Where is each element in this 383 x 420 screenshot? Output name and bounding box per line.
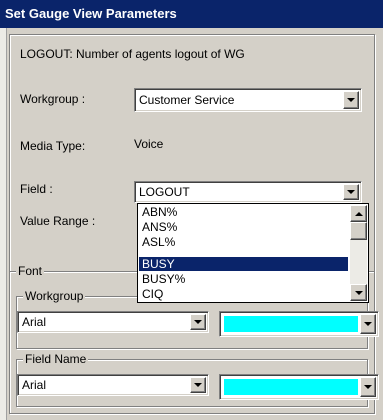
window-title: Set Gauge View Parameters — [5, 6, 177, 21]
workgroup-label: Workgroup : — [20, 92, 86, 106]
field-name-font-group: Field Name Arial — [16, 352, 379, 407]
font-group-label: Font — [16, 264, 45, 278]
workgroup-color-swatch — [224, 316, 358, 332]
field-label: Field : — [20, 182, 53, 196]
field-option[interactable]: ABN% — [139, 205, 348, 219]
field-name-font-dropdown-button[interactable] — [190, 377, 206, 393]
field-option-selected[interactable]: BUSY — [139, 257, 348, 271]
title-bar[interactable]: Set Gauge View Parameters — [0, 0, 383, 28]
chevron-down-icon — [364, 385, 372, 389]
field-name-color-swatch — [224, 379, 358, 395]
workgroup-value: Customer Service — [139, 93, 235, 107]
workgroup-combobox[interactable]: Customer Service — [134, 88, 362, 112]
chevron-down-icon — [194, 320, 202, 324]
media-type-value: Voice — [134, 137, 164, 151]
field-description: LOGOUT: Number of agents logout of WG — [20, 47, 245, 61]
workgroup-font-value: Arial — [22, 315, 47, 329]
workgroup-dropdown-button[interactable] — [343, 91, 359, 109]
field-name-font-label: Field Name — [23, 352, 89, 366]
dropdown-scrollbar[interactable] — [350, 205, 367, 301]
chevron-down-icon — [194, 383, 202, 387]
field-option[interactable]: BUSY% — [139, 272, 348, 286]
dialog-body: LOGOUT: Number of agents logout of WG Wo… — [7, 28, 383, 420]
field-name-color-picker[interactable] — [219, 374, 379, 400]
field-name-font-value: Arial — [22, 378, 47, 392]
value-range-label: Value Range : — [20, 214, 96, 228]
field-option[interactable]: ASL% — [139, 235, 348, 249]
workgroup-color-picker[interactable] — [219, 311, 379, 337]
field-dropdown-button[interactable] — [343, 184, 359, 200]
chevron-down-icon — [347, 190, 355, 194]
field-value: LOGOUT — [139, 185, 190, 199]
field-dropdown-list[interactable]: ABN% ANS% ASL% BUSY BUSY% CIQ — [137, 203, 369, 303]
field-option[interactable]: CIQ — [139, 287, 348, 301]
scroll-up-button[interactable] — [350, 205, 367, 222]
field-name-color-dropdown-button[interactable] — [360, 377, 376, 397]
arrow-down-icon — [354, 290, 363, 295]
field-name-font-combobox[interactable]: Arial — [17, 374, 209, 396]
chevron-down-icon — [347, 98, 355, 102]
workgroup-font-group: Workgroup Arial — [16, 289, 379, 349]
chevron-down-icon — [364, 322, 372, 326]
arrow-up-icon — [354, 211, 363, 216]
field-option[interactable]: ANS% — [139, 220, 348, 234]
field-combobox[interactable]: LOGOUT — [134, 181, 362, 203]
workgroup-color-dropdown-button[interactable] — [360, 314, 376, 334]
media-type-label: Media Type: — [20, 139, 86, 153]
scroll-thumb[interactable] — [350, 222, 367, 240]
workgroup-font-combobox[interactable]: Arial — [17, 311, 209, 333]
workgroup-font-dropdown-button[interactable] — [190, 314, 206, 330]
scroll-down-button[interactable] — [350, 284, 367, 301]
workgroup-font-label: Workgroup — [23, 289, 86, 303]
